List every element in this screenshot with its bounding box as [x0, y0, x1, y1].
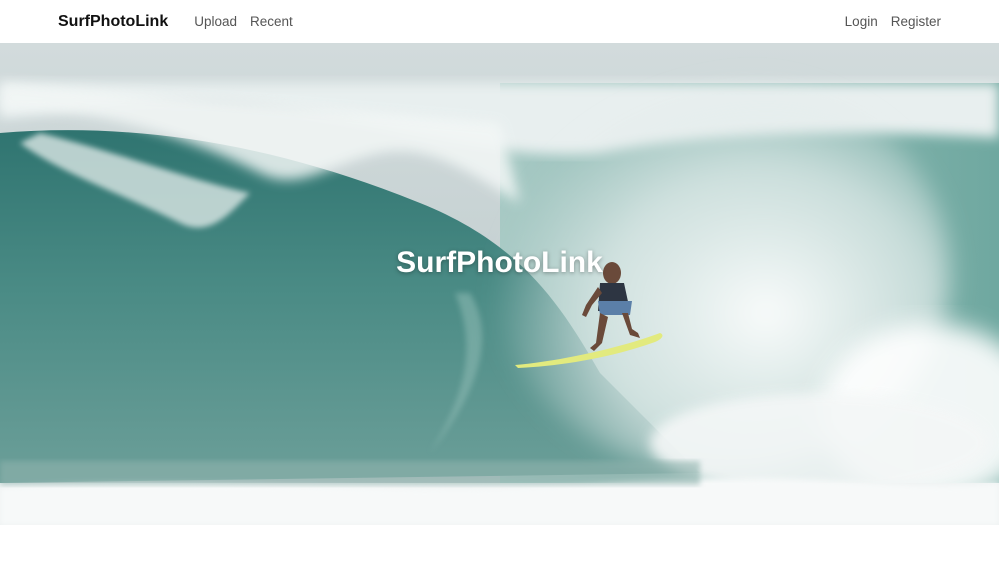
nav-left: Upload Recent	[194, 14, 306, 29]
nav-link-login[interactable]: Login	[845, 14, 878, 29]
hero-banner: SurfPhotoLink	[0, 43, 999, 525]
nav-right: Login Register	[845, 14, 941, 29]
nav-link-upload[interactable]: Upload	[194, 14, 237, 29]
nav-link-recent[interactable]: Recent	[250, 14, 293, 29]
brand-logo-link[interactable]: SurfPhotoLink	[58, 13, 168, 31]
page-body	[0, 525, 999, 562]
top-navbar: SurfPhotoLink Upload Recent Login Regist…	[0, 0, 999, 43]
hero-wave-image	[0, 43, 999, 525]
nav-link-register[interactable]: Register	[891, 14, 941, 29]
